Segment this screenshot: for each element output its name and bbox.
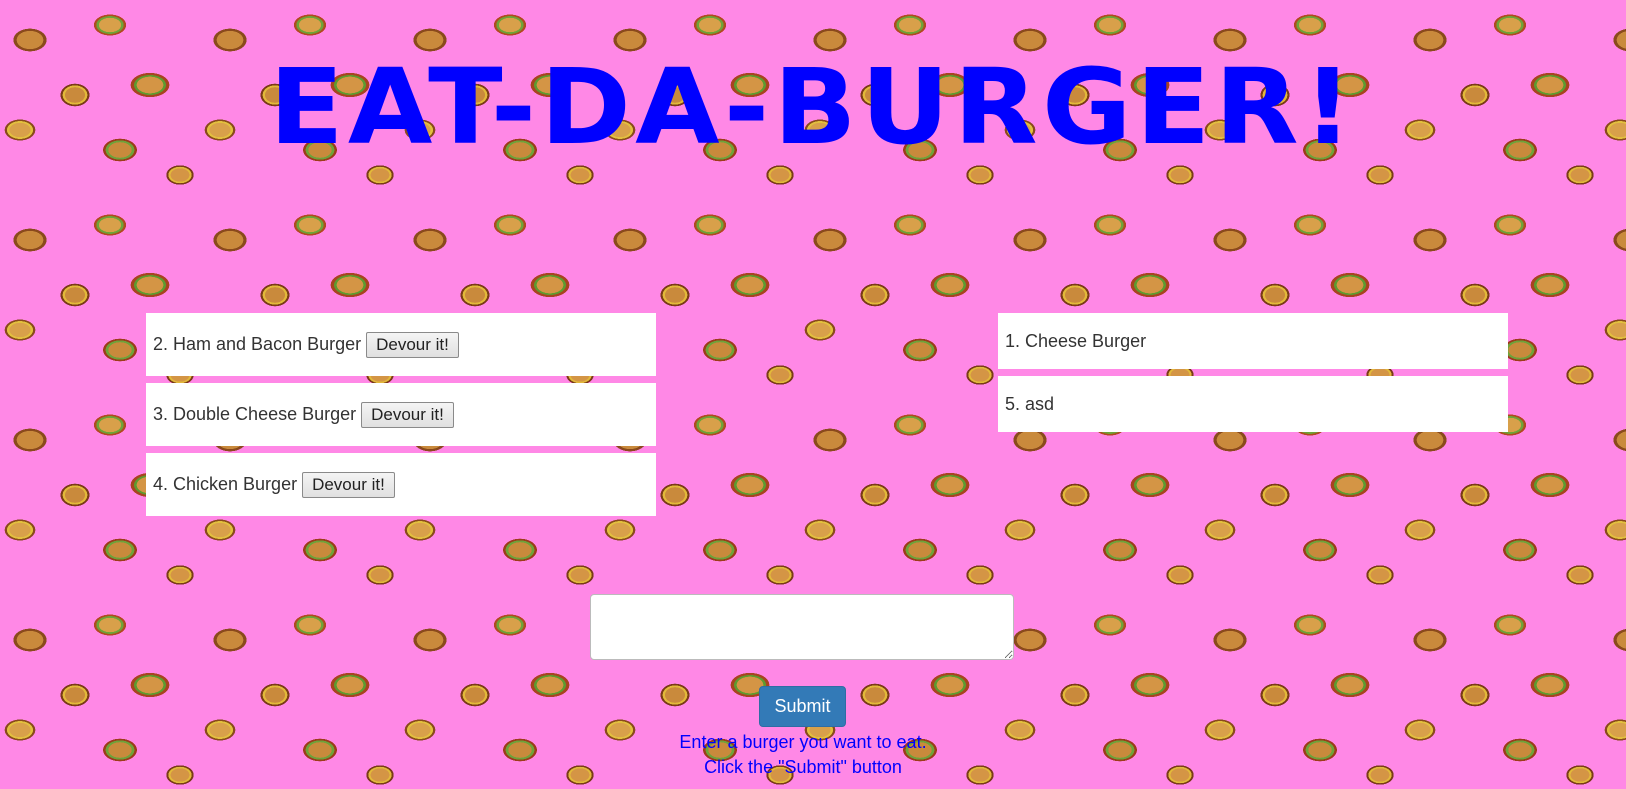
burger-item: 4. Chicken Burger Devour it! — [146, 453, 656, 516]
uneaten-burger-list: 2. Ham and Bacon Burger Devour it! 3. Do… — [146, 313, 656, 523]
burger-name: 5. asd — [1005, 393, 1055, 414]
instruction-line: Enter a burger you want to eat. — [679, 732, 927, 752]
devour-button[interactable]: Devour it! — [302, 471, 395, 498]
devoured-burger-item: 5. asd — [998, 376, 1508, 432]
burger-item: 2. Ham and Bacon Burger Devour it! — [146, 313, 656, 376]
burger-name: 4. Chicken Burger — [153, 474, 298, 494]
burger-item: 3. Double Cheese Burger Devour it! — [146, 383, 656, 446]
page-title: EAT-DA-BURGER! — [269, 46, 1357, 168]
burger-name: 2. Ham and Bacon Burger — [153, 334, 362, 354]
devoured-burger-list: 1. Cheese Burger 5. asd — [998, 313, 1508, 439]
devour-button[interactable]: Devour it! — [366, 331, 459, 358]
devoured-burger-item: 1. Cheese Burger — [998, 313, 1508, 369]
burger-name: 3. Double Cheese Burger — [153, 404, 357, 424]
burger-name-input[interactable] — [590, 594, 1014, 660]
instruction-line: Click the "Submit" button — [704, 757, 902, 777]
devour-button[interactable]: Devour it! — [361, 401, 454, 428]
instructions: Enter a burger you want to eat. Click th… — [0, 730, 1606, 780]
submit-button[interactable]: Submit — [759, 686, 846, 727]
burger-name: 1. Cheese Burger — [1005, 330, 1147, 351]
